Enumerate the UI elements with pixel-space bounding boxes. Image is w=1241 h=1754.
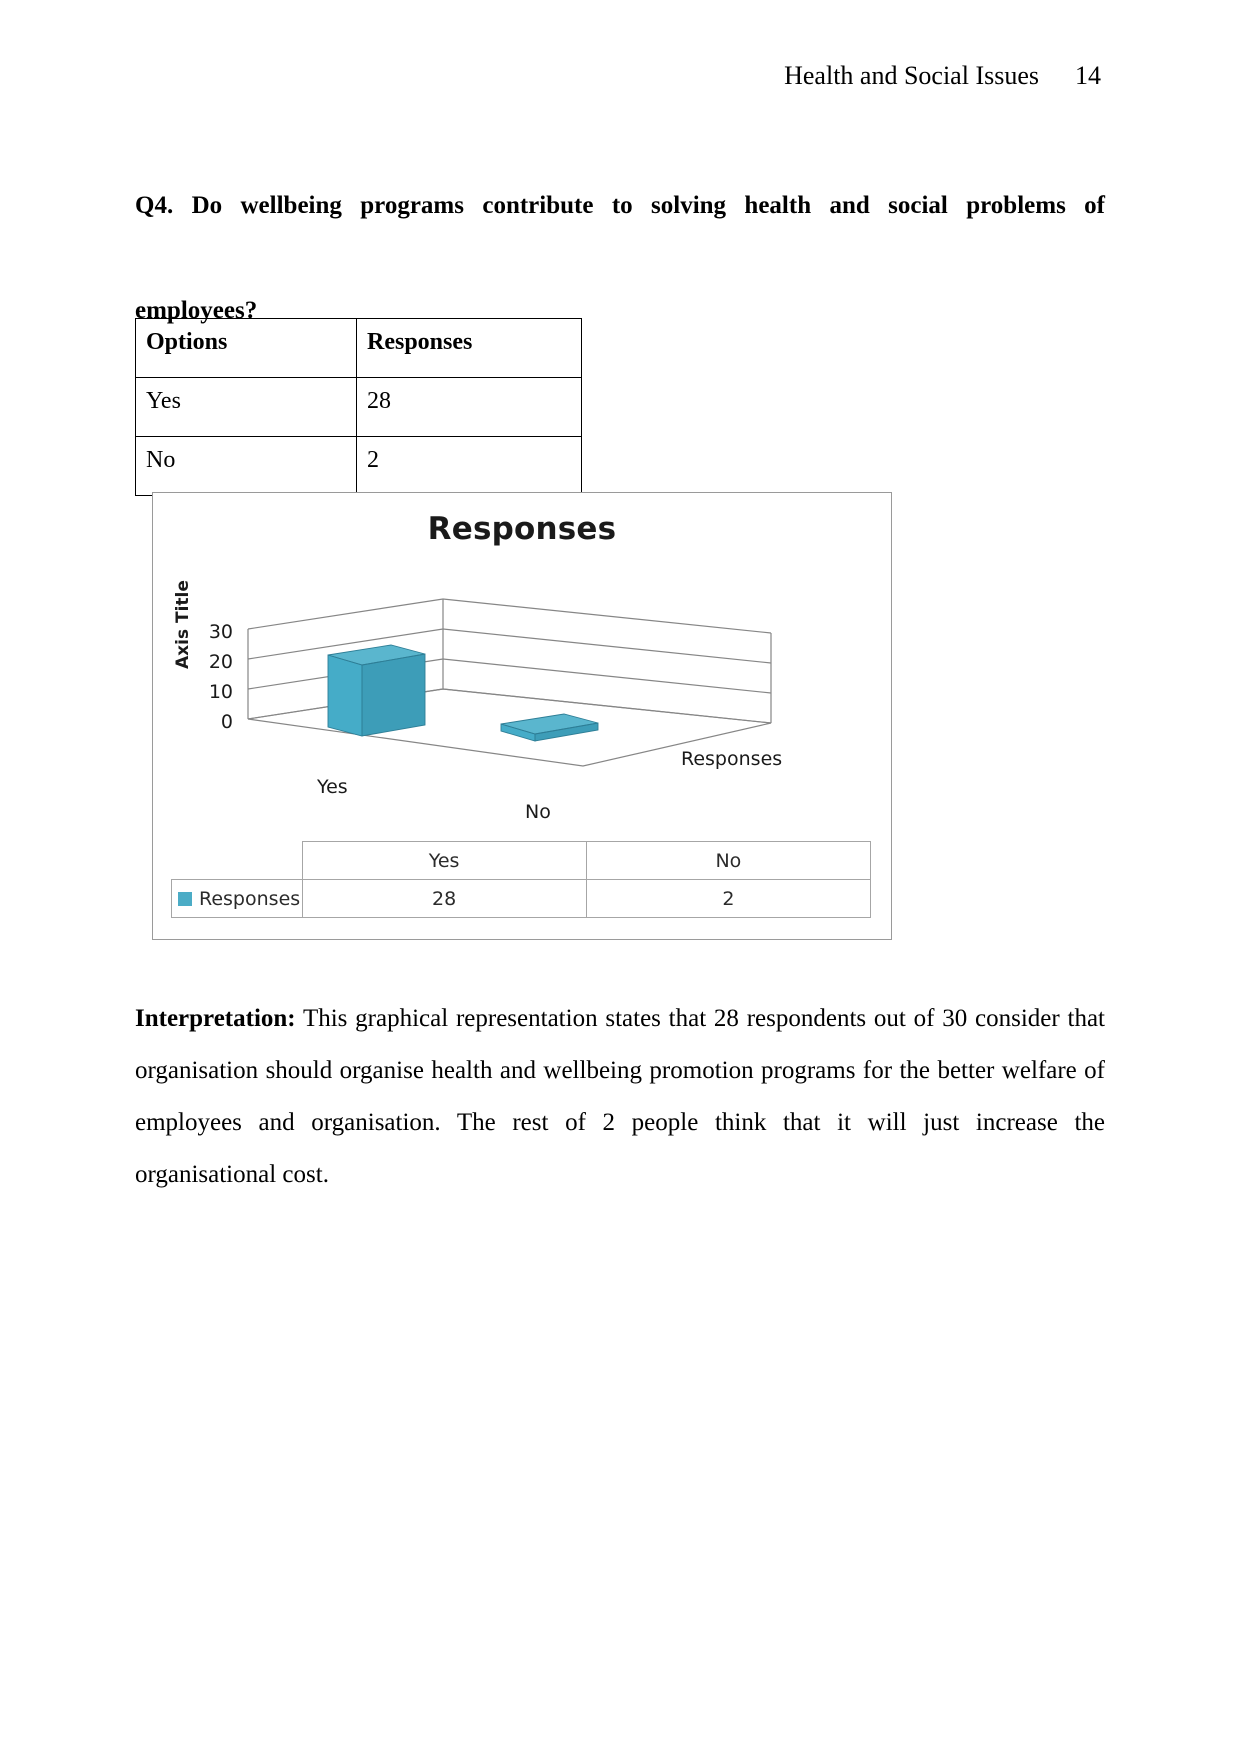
chart-value-yes: 28 [301, 879, 587, 918]
depth-axis-label: Responses [681, 748, 783, 770]
table-header-row: Options Responses [135, 318, 582, 378]
chart-data-corner-cell [172, 842, 303, 880]
question-line-1: Q4. Do wellbeing programs contribute to … [135, 192, 1105, 219]
y-tick-30: 30 [208, 621, 233, 643]
cell-option-no: No [135, 436, 357, 496]
column-header-options: Options [135, 318, 357, 378]
chart-plot-area: Axis Title 30 20 10 0 Yes No Responses [153, 561, 891, 823]
column-header-responses: Responses [356, 318, 582, 378]
document-page: Health and Social Issues 14 Q4. Do wellb… [0, 0, 1241, 1754]
category-label-no: No [525, 801, 551, 823]
y-tick-10: 10 [208, 681, 233, 703]
chart-data-row: Responses 28 2 [171, 879, 872, 918]
chart-data-header-row: Yes No [172, 841, 872, 880]
table-row: Yes 28 [135, 377, 582, 437]
category-label-yes: Yes [317, 776, 348, 798]
bar-yes [327, 644, 426, 737]
page-header: Health and Social Issues 14 [135, 60, 1105, 91]
interpretation-text: This graphical representation states tha… [135, 1005, 1105, 1188]
chart-legend-entry: Responses [171, 879, 303, 918]
cell-responses-no: 2 [356, 436, 582, 496]
table-row: No 2 [135, 436, 582, 496]
chart-data-table: Yes No Responses 28 2 [171, 841, 872, 918]
page-number: 14 [1075, 61, 1101, 90]
cell-responses-yes: 28 [356, 377, 582, 437]
cell-option-yes: Yes [135, 377, 357, 437]
y-tick-0: 0 [220, 711, 233, 733]
bar-no [500, 713, 599, 742]
y-tick-20: 20 [208, 651, 233, 673]
chart-value-no: 2 [585, 879, 872, 918]
question-heading: Q4. Do wellbeing programs contribute to … [135, 180, 1105, 338]
chart-3d-graphic [247, 598, 772, 767]
chart-object[interactable]: Responses Axis Title 30 20 10 0 Yes No R… [152, 492, 892, 940]
chart-series-label: Responses [199, 887, 301, 910]
chart-data-col-yes: Yes [301, 841, 587, 880]
chart-axis-title: Axis Title [173, 580, 193, 669]
header-title: Health and Social Issues [784, 61, 1039, 90]
chart-title: Responses [427, 511, 617, 547]
chart-data-col-no: No [585, 841, 872, 880]
legend-swatch-icon [178, 891, 192, 906]
interpretation-label: Interpretation: [135, 1005, 296, 1032]
options-responses-table: Options Responses Yes 28 No 2 [135, 318, 582, 496]
interpretation-paragraph: Interpretation: This graphical represent… [135, 993, 1105, 1201]
